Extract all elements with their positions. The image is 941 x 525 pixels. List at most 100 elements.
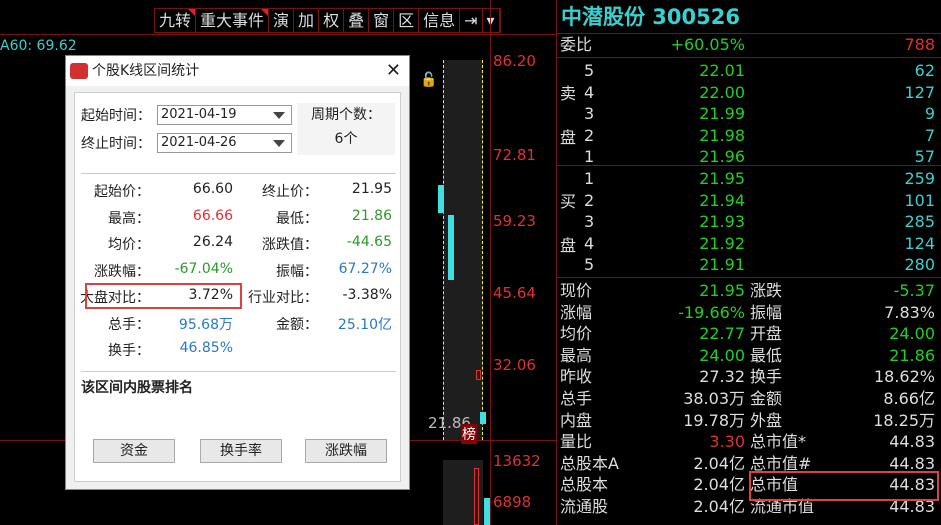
stat-value: -3.38% bbox=[342, 287, 392, 303]
rank-by-capital-button[interactable]: 资金 bbox=[93, 439, 175, 463]
buy-level-row[interactable]: 1 21.95 259 bbox=[557, 168, 941, 190]
lock-icon[interactable]: 🔓 bbox=[420, 72, 437, 88]
level-number: 2 bbox=[584, 190, 595, 210]
sell-level-row[interactable]: 2 21.98 7 bbox=[557, 125, 941, 147]
quote-stat-label: 外盘 bbox=[750, 410, 783, 430]
start-date-select[interactable]: 2021-04-19 bbox=[157, 105, 292, 125]
quote-stat-row: 均价 22.77 开盘 24.00 bbox=[557, 323, 941, 345]
rank-by-turnover-button[interactable]: 换手率 bbox=[200, 439, 282, 463]
quote-stat-label: 振幅 bbox=[750, 302, 783, 322]
level-volume: 101 bbox=[904, 190, 935, 210]
quote-stat-value: 3.30 bbox=[709, 432, 745, 452]
end-date-select[interactable]: 2021-04-26 bbox=[157, 133, 292, 153]
quote-stat-label: 涨幅 bbox=[560, 302, 593, 322]
toolbar-button-3[interactable]: 加 bbox=[294, 9, 320, 32]
level-volume: 285 bbox=[904, 212, 935, 232]
ma60-label: A60: 69.62 bbox=[0, 38, 77, 54]
quote-stat-row: 总手 38.03万 金额 8.66亿 bbox=[557, 388, 941, 410]
quote-stat-label: 涨跌 bbox=[750, 281, 783, 300]
level-number: 1 bbox=[584, 169, 595, 188]
toolbar-button-10[interactable]: ▾ bbox=[483, 9, 500, 32]
toolbar-button-1[interactable]: 重大事件 bbox=[196, 9, 270, 32]
stat-label: 最低： bbox=[276, 210, 318, 227]
toolbar-button-9[interactable]: ⇥ bbox=[460, 9, 483, 32]
stat-label: 振幅： bbox=[276, 263, 318, 280]
quote-stat-label: 内盘 bbox=[560, 410, 593, 430]
level-volume: 7 bbox=[924, 125, 935, 145]
toolbar-button-5[interactable]: 叠 bbox=[344, 9, 370, 32]
level-volume: 124 bbox=[904, 233, 935, 253]
chart-toolbar: 九转重大事件演加权叠窗区信息⇥▾ bbox=[154, 8, 501, 33]
level-volume: 57 bbox=[914, 147, 935, 167]
close-icon[interactable]: ✕ bbox=[386, 56, 401, 86]
stat-label: 终止价： bbox=[262, 184, 318, 200]
start-label: 起始时间： bbox=[81, 108, 151, 124]
stat-value: 67.27% bbox=[338, 260, 392, 277]
price-axis-label: 86.20 bbox=[493, 52, 536, 70]
rank-title: 该区间内股票排名 bbox=[81, 380, 193, 396]
stat-value: 46.85% bbox=[179, 340, 233, 356]
level-volume: 62 bbox=[914, 61, 935, 80]
quote-stat-value: 24.00 bbox=[889, 324, 935, 344]
sell-level-row[interactable]: 5 22.01 62 bbox=[557, 60, 941, 82]
stat-value: 21.86 bbox=[351, 207, 392, 224]
level-volume: 259 bbox=[904, 169, 935, 188]
price-axis-label: 59.23 bbox=[493, 212, 536, 230]
toolbar-button-7[interactable]: 区 bbox=[394, 9, 420, 32]
price-axis-label: 45.64 bbox=[493, 284, 536, 302]
quote-stat-label: 流通股 bbox=[560, 496, 609, 516]
price-axis-label: 32.06 bbox=[493, 356, 536, 374]
level-price: 21.98 bbox=[699, 125, 745, 145]
stat-value: 66.60 bbox=[192, 181, 233, 197]
level-volume: 280 bbox=[904, 255, 935, 275]
buy-level-row[interactable]: 4 21.92 124 bbox=[557, 233, 941, 255]
level-number: 4 bbox=[584, 82, 595, 102]
level-volume: 127 bbox=[904, 82, 935, 102]
period-label: 周期个数： bbox=[311, 107, 381, 123]
quote-stat-value: 27.32 bbox=[699, 367, 745, 387]
quote-stat-label: 最高 bbox=[560, 345, 593, 365]
quote-stat-value: 8.66亿 bbox=[883, 388, 935, 408]
quote-stat-label: 总市值* bbox=[750, 432, 807, 452]
quote-stat-row: 涨幅 -19.66% 振幅 7.83% bbox=[557, 302, 941, 324]
quote-stat-value: 24.00 bbox=[699, 345, 745, 365]
sell-side-label: 卖 bbox=[560, 84, 577, 103]
dialog-title: 个股K线区间统计 bbox=[92, 63, 200, 79]
quote-stat-row: 量比 3.30 总市值* 44.83 bbox=[557, 431, 941, 453]
level-price: 21.92 bbox=[699, 233, 745, 253]
stat-label: 金额： bbox=[276, 316, 318, 333]
toolbar-button-6[interactable]: 窗 bbox=[369, 9, 395, 32]
stock-title: 中潜股份 300526 bbox=[557, 0, 941, 34]
rank-badge[interactable]: 榜 bbox=[461, 424, 477, 444]
sell-level-row[interactable]: 4 22.00 127 bbox=[557, 82, 941, 104]
stat-value: 26.24 bbox=[192, 234, 233, 250]
toolbar-button-0[interactable]: 九转 bbox=[155, 9, 197, 32]
stat-label: 行业对比： bbox=[248, 290, 318, 306]
level-price: 22.00 bbox=[699, 82, 745, 102]
buy-side-label: 买 bbox=[560, 192, 577, 211]
weibi-value: 788 bbox=[904, 35, 935, 54]
quote-panel: 中潜股份 300526 委比 +60.05% 788 5 22.01 62 4 … bbox=[556, 0, 941, 525]
toolbar-button-4[interactable]: 权 bbox=[319, 9, 345, 32]
level-number: 2 bbox=[584, 125, 595, 145]
level-price: 21.94 bbox=[699, 190, 745, 210]
sell-level-row[interactable]: 3 21.99 9 bbox=[557, 103, 941, 125]
stat-label: 涨跌幅： bbox=[94, 263, 150, 280]
stat-value: -44.65 bbox=[346, 234, 392, 250]
stat-label: 最高： bbox=[108, 210, 150, 227]
buy-level-row[interactable]: 2 21.94 101 bbox=[557, 190, 941, 212]
buy-level-row[interactable]: 3 21.93 285 bbox=[557, 211, 941, 233]
stat-value: -67.04% bbox=[174, 260, 233, 277]
stat-value: 21.95 bbox=[351, 181, 392, 197]
level-price: 21.91 bbox=[699, 255, 745, 275]
sell-level-row[interactable]: 1 21.96 57 bbox=[557, 146, 941, 168]
level-number: 5 bbox=[584, 61, 595, 80]
buy-level-row[interactable]: 5 21.91 280 bbox=[557, 254, 941, 276]
quote-stat-label: 总股本A bbox=[560, 453, 619, 473]
volume-axis-label: 13632 bbox=[493, 452, 541, 470]
toolbar-button-8[interactable]: 信息 bbox=[419, 9, 461, 32]
price-axis-label: 72.81 bbox=[493, 146, 536, 164]
toolbar-button-2[interactable]: 演 bbox=[269, 9, 295, 32]
rank-by-change-button[interactable]: 涨跌幅 bbox=[305, 439, 387, 463]
quote-stat-label: 最低 bbox=[750, 345, 783, 365]
